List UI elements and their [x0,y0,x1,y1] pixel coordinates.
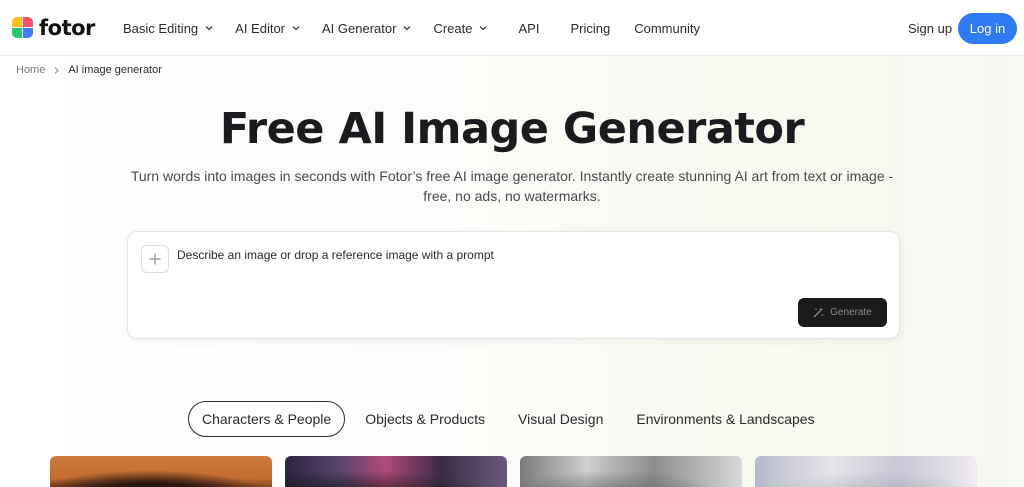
example-image-card[interactable] [755,456,977,487]
nav-item-pricing[interactable]: Pricing [570,21,610,36]
nav-item-label: Community [634,20,700,36]
chevron-down-icon [480,26,487,31]
plus-icon [149,253,161,265]
nav-item-label: Pricing [570,20,611,36]
add-reference-image-button[interactable] [141,245,169,273]
nav-item-ai-editor[interactable]: AI Editor [235,21,300,36]
generate-label: Generate [830,307,872,318]
magic-wand-icon [813,307,824,318]
nav-item-basic-editing[interactable]: Basic Editing [123,21,213,36]
breadcrumb-home-link[interactable]: Home [16,64,45,76]
main-menu: Basic Editing AI Editor AI Generator Cre… [112,0,711,56]
nav-item-api[interactable]: API [518,21,539,36]
tab-visual-design[interactable]: Visual Design [505,401,616,437]
chevron-down-icon [205,26,213,31]
nav-item-label: API [518,20,540,36]
tab-characters-people[interactable]: Characters & People [188,401,346,437]
nav-item-ai-generator[interactable]: AI Generator [322,21,411,36]
category-tabs: Characters & People Objects & Products V… [188,401,835,437]
tab-objects-products[interactable]: Objects & Products [352,401,498,437]
example-image-card[interactable] [520,456,742,487]
chevron-down-icon [292,26,300,31]
nav-item-label: AI Generator [322,20,397,36]
chevron-down-icon [404,26,411,31]
page-title: Free AI Image Generator [219,104,805,154]
prompt-box: Generate [127,231,900,339]
chevron-right-icon [54,66,60,74]
nav-item-label: AI Editor [235,20,286,36]
nav-item-community[interactable]: Community [634,21,700,36]
example-image-card[interactable] [50,456,272,487]
breadcrumb: Home AI image generator [16,64,162,76]
tab-environments-landscapes[interactable]: Environments & Landscapes [623,401,827,437]
fotor-logo-icon [12,17,34,39]
logo-text: fotor [39,16,95,40]
nav-item-label: Create [433,20,473,36]
prompt-input[interactable] [177,245,877,265]
top-nav: fotor Basic Editing AI Editor AI Generat… [0,0,1024,56]
breadcrumb-current: AI image generator [68,64,162,76]
login-button[interactable]: Log in [958,13,1017,44]
nav-item-label: Basic Editing [123,20,199,36]
signup-link[interactable]: Sign up [908,21,952,36]
page-subtitle: Turn words into images in seconds with F… [130,168,894,204]
generate-button[interactable]: Generate [798,298,887,327]
fotor-logo[interactable]: fotor [12,16,95,40]
nav-item-create[interactable]: Create [433,21,487,36]
example-image-card[interactable] [285,456,507,487]
example-gallery [50,456,977,487]
